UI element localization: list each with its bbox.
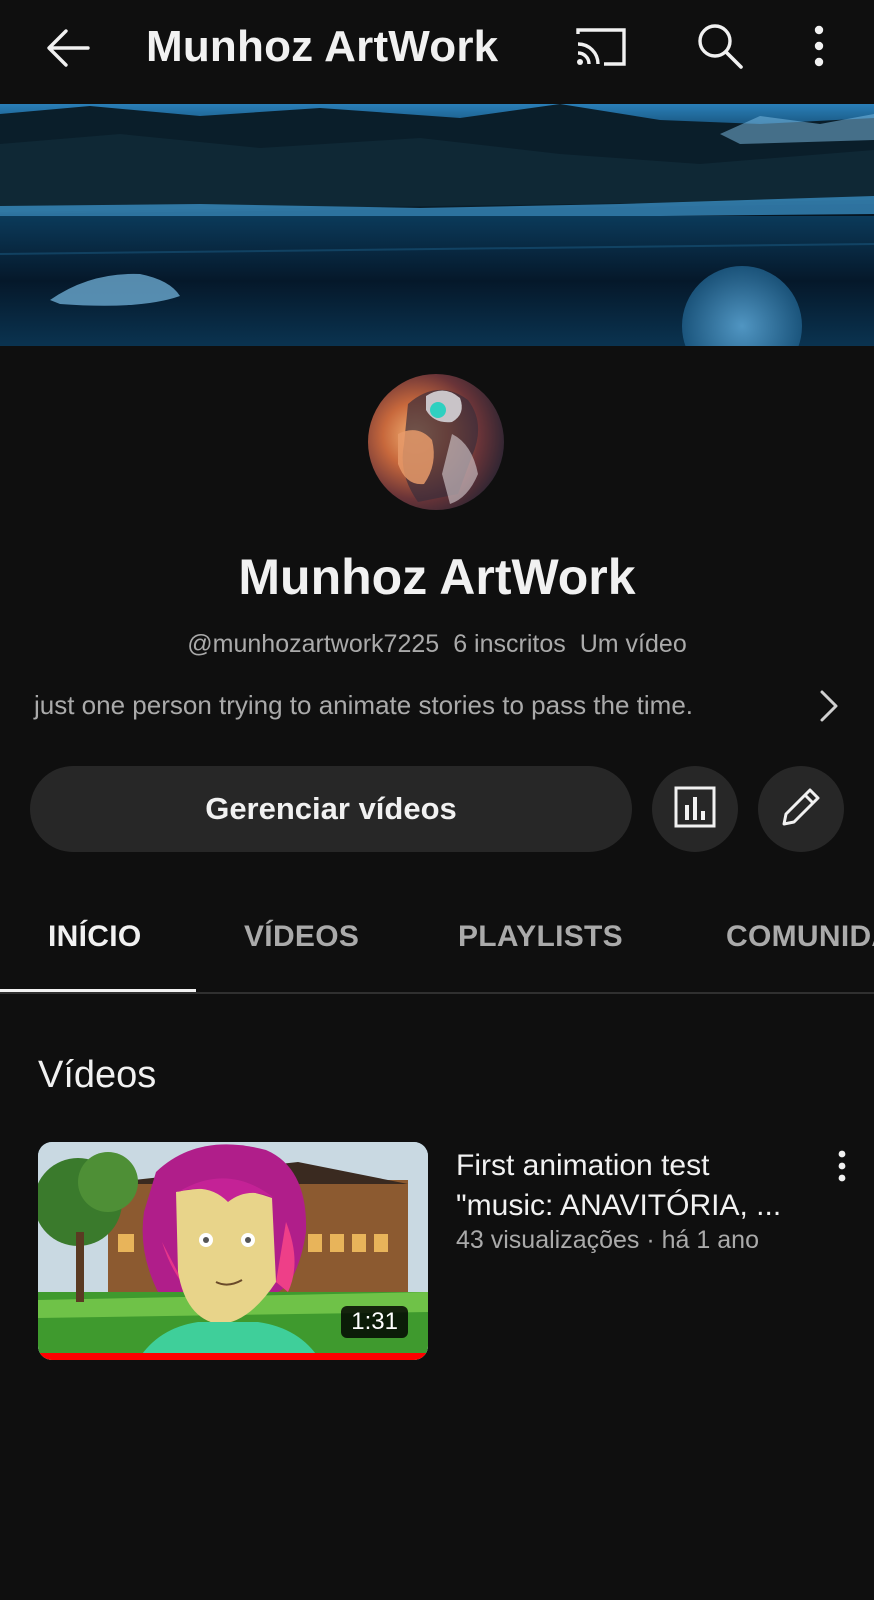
tab-playlists[interactable]: PLAYLISTS [458,920,623,954]
video-title-line-1: First animation test [456,1149,710,1182]
tab-comunidade[interactable]: COMUNIDADE [726,920,874,954]
tabs-divider [0,992,874,994]
video-duration: 1:31 [341,1306,408,1338]
search-icon[interactable] [694,20,746,72]
video-title[interactable]: First animation test "music: ANAVITÓRIA,… [456,1146,816,1226]
subscriber-count: 6 inscritos [453,630,566,658]
channel-description-row[interactable]: just one person trying to animate storie… [34,686,854,726]
video-title-line-2: "music: ANAVITÓRIA, ... [456,1189,782,1222]
section-title-videos: Vídeos [38,1054,157,1096]
channel-handle[interactable]: @munhozartwork7225 [187,630,439,658]
video-thumbnail[interactable]: 1:31 [38,1142,428,1360]
channel-meta: @munhozartwork7225 6 inscritos Um vídeo [0,630,874,659]
channel-name: Munhoz ArtWork [238,549,636,605]
video-count: Um vídeo [579,630,687,658]
channel-tabs: INÍCIO VÍDEOS PLAYLISTS COMUNIDADE [0,890,874,994]
edit-channel-button[interactable] [758,766,844,852]
chevron-right-icon[interactable] [814,686,844,726]
top-app-bar: Munhoz ArtWork [0,0,874,104]
app-bar-title: Munhoz ArtWork [146,22,499,71]
more-vert-icon[interactable] [804,22,834,72]
channel-avatar[interactable] [368,374,504,510]
channel-banner [0,104,874,346]
video-item[interactable]: 1:31 First animation test "music: ANAVIT… [38,1142,874,1362]
video-more-vert-icon[interactable] [828,1148,856,1192]
analytics-icon [673,785,717,834]
video-meta: 43 visualizações · há 1 ano [456,1226,759,1254]
analytics-button[interactable] [652,766,738,852]
back-arrow-icon[interactable] [42,22,94,74]
tab-inicio[interactable]: INÍCIO [48,920,141,954]
manage-videos-button[interactable]: Gerenciar vídeos [30,766,632,852]
channel-description: just one person trying to animate storie… [34,690,694,720]
tab-videos[interactable]: VÍDEOS [244,920,359,954]
watch-progress-bar [38,1353,428,1360]
edit-pencil-icon [778,784,824,835]
cast-icon[interactable] [574,24,630,72]
